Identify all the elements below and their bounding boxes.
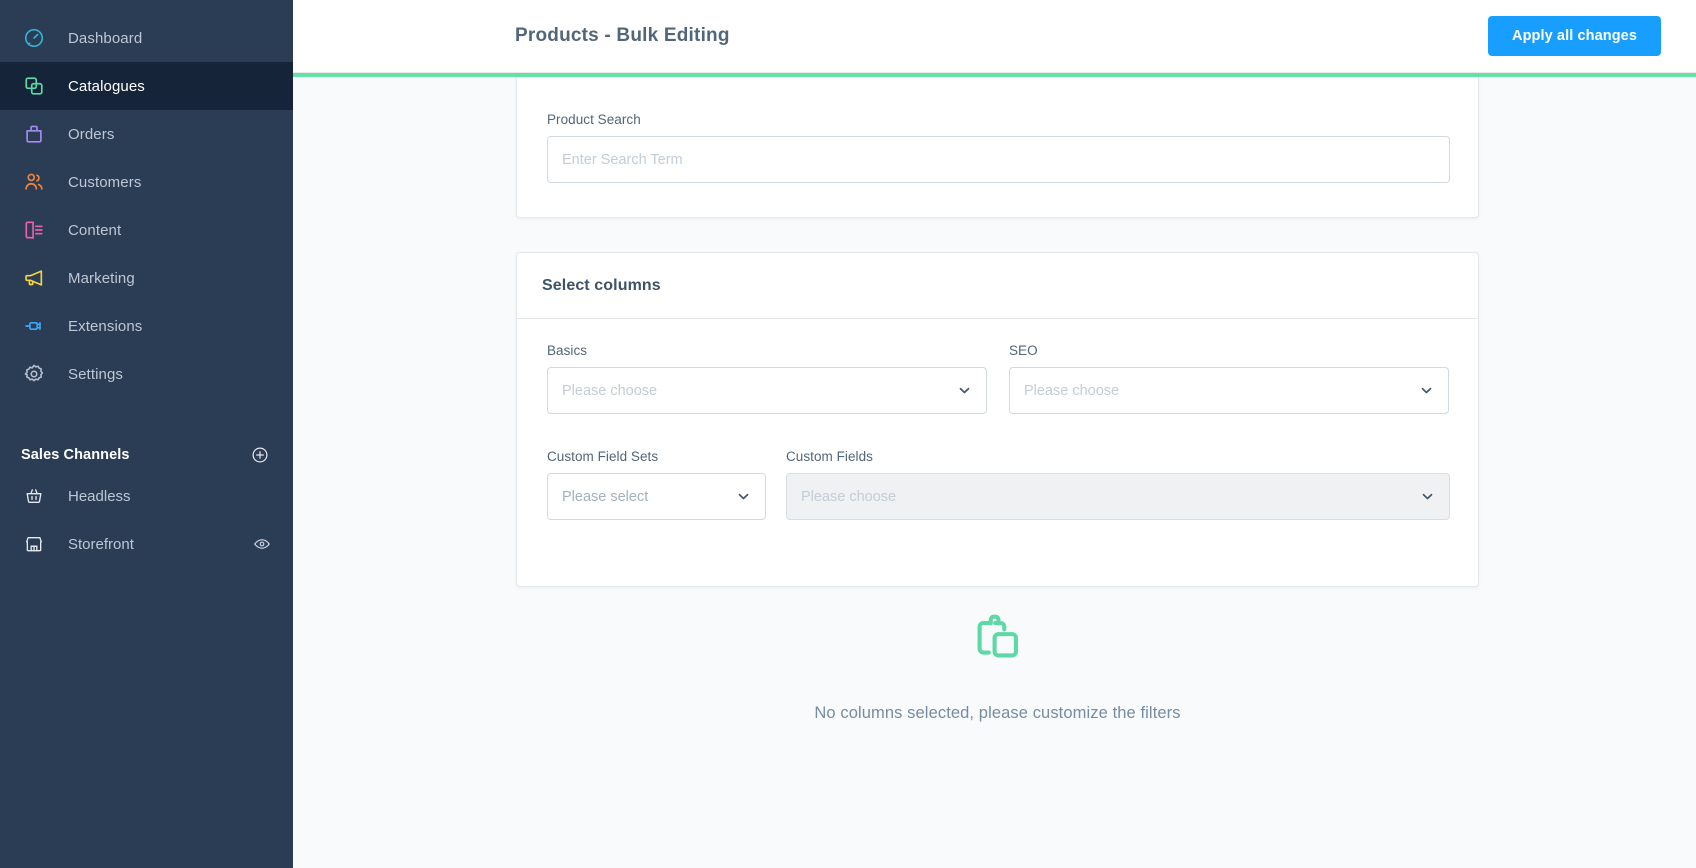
dashboard-gauge-icon	[21, 25, 47, 51]
custom-fields-select-wrap: Please choose	[786, 473, 1450, 520]
plus-circle-icon[interactable]	[251, 446, 269, 464]
basics-select[interactable]: Please choose	[547, 367, 987, 414]
customers-people-icon	[21, 169, 47, 195]
topbar: Products - Bulk Editing Apply all change…	[293, 0, 1696, 73]
product-search-card: Product Search	[516, 77, 1479, 218]
product-search-label: Product Search	[547, 112, 641, 127]
custom-field-sets-select-wrap: Please select	[547, 473, 766, 520]
chevron-down-icon[interactable]	[736, 489, 751, 504]
sales-channel-label: Storefront	[68, 535, 134, 553]
columns-field-grid: Basics Please choose SEO Please choose C…	[547, 343, 1450, 520]
select-columns-card: Select columns Basics Please choose SEO …	[516, 252, 1479, 587]
custom-field-sets-select[interactable]: Please select	[547, 473, 766, 520]
sidebar: Dashboard Catalogues Orders Customers Co…	[0, 0, 293, 868]
apply-all-changes-button[interactable]: Apply all changes	[1488, 16, 1661, 56]
marketing-megaphone-icon	[21, 265, 47, 291]
basics-select-placeholder: Please choose	[562, 382, 658, 399]
sidebar-item-content[interactable]: Content	[0, 206, 293, 254]
custom-field-sets-placeholder: Please select	[562, 488, 649, 505]
seo-label: SEO	[1009, 343, 1038, 358]
main-content: Products - Bulk Editing Apply all change…	[293, 0, 1696, 868]
sidebar-item-marketing[interactable]: Marketing	[0, 254, 293, 302]
custom-field-sets-group: Custom Field Sets Please select	[547, 449, 766, 520]
sidebar-item-dashboard[interactable]: Dashboard	[0, 14, 293, 62]
custom-fields-placeholder: Please choose	[801, 488, 897, 505]
chevron-down-icon	[1420, 489, 1435, 504]
custom-field-sets-label: Custom Field Sets	[547, 449, 659, 464]
sidebar-item-label: Extensions	[68, 317, 143, 335]
sidebar-item-label: Orders	[68, 125, 115, 143]
sidebar-item-label: Marketing	[68, 269, 135, 287]
sales-channel-label: Headless	[68, 487, 131, 505]
sidebar-item-label: Customers	[68, 173, 142, 191]
sidebar-item-extensions[interactable]: Extensions	[0, 302, 293, 350]
settings-gear-icon	[21, 361, 47, 387]
custom-fields-group: Custom Fields Please choose	[786, 449, 1450, 520]
custom-fields-label: Custom Fields	[786, 449, 873, 464]
seo-field-group: SEO Please choose	[1009, 343, 1449, 414]
shop-icon	[21, 531, 47, 557]
sidebar-top-spacer	[0, 0, 293, 14]
sales-channels-title: Sales Channels	[21, 447, 130, 463]
sidebar-item-label: Content	[68, 221, 122, 239]
sidebar-item-orders[interactable]: Orders	[0, 110, 293, 158]
content-area: Product Search Select columns Basics	[293, 77, 1696, 868]
columns-row-1: Basics Please choose SEO Please choose	[547, 343, 1450, 414]
basics-label: Basics	[547, 343, 588, 358]
app-root: Dashboard Catalogues Orders Customers Co…	[0, 0, 1696, 868]
products-empty-icon	[967, 607, 1029, 674]
sales-channel-headless[interactable]: Headless	[0, 472, 293, 520]
sales-channel-storefront[interactable]: Storefront	[0, 520, 293, 568]
basics-field-group: Basics Please choose	[547, 343, 987, 414]
empty-state: No columns selected, please customize th…	[516, 607, 1479, 723]
sidebar-item-label: Dashboard	[68, 29, 143, 47]
eye-icon[interactable]	[253, 535, 271, 553]
product-search-field-group: Product Search	[547, 112, 1450, 183]
sidebar-item-settings[interactable]: Settings	[0, 350, 293, 398]
catalogues-copy-icon	[21, 73, 47, 99]
sales-channels-header: Sales Channels	[0, 438, 293, 472]
seo-select-wrap: Please choose	[1009, 367, 1449, 414]
basket-icon	[21, 483, 47, 509]
orders-bag-icon	[21, 121, 47, 147]
empty-state-message: No columns selected, please customize th…	[814, 704, 1181, 722]
sidebar-item-label: Catalogues	[68, 77, 145, 95]
basics-select-wrap: Please choose	[547, 367, 987, 414]
content-document-icon	[21, 217, 47, 243]
select-columns-header: Select columns	[517, 253, 1478, 319]
seo-select-placeholder: Please choose	[1024, 382, 1120, 399]
sidebar-item-customers[interactable]: Customers	[0, 158, 293, 206]
product-search-input[interactable]	[547, 136, 1450, 183]
columns-row-2: Custom Field Sets Please select Custom F…	[547, 449, 1450, 520]
seo-select[interactable]: Please choose	[1009, 367, 1449, 414]
custom-fields-select: Please choose	[786, 473, 1450, 520]
chevron-down-icon[interactable]	[957, 383, 972, 398]
page-title: Products - Bulk Editing	[515, 25, 730, 46]
select-columns-title: Select columns	[542, 276, 661, 294]
sidebar-item-label: Settings	[68, 365, 123, 383]
extensions-plug-icon	[21, 313, 47, 339]
sidebar-item-catalogues[interactable]: Catalogues	[0, 62, 293, 110]
chevron-down-icon[interactable]	[1419, 383, 1434, 398]
